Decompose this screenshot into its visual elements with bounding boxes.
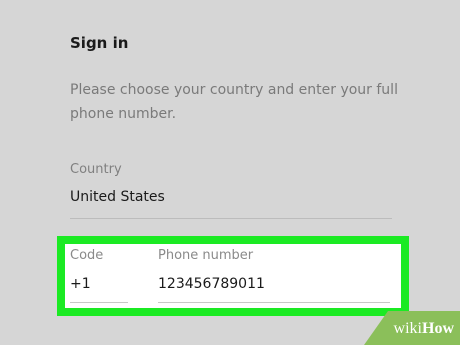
phone-number-label: Phone number bbox=[158, 248, 254, 263]
watermark-wiki: wiki bbox=[393, 320, 422, 337]
country-select[interactable]: United States bbox=[70, 189, 165, 205]
phone-number-field[interactable]: 123456789011 bbox=[158, 276, 265, 292]
phone-underline bbox=[158, 302, 390, 303]
wikihow-watermark: wikiHow bbox=[394, 320, 454, 338]
country-underline bbox=[70, 218, 392, 219]
country-label: Country bbox=[70, 162, 122, 177]
code-label: Code bbox=[70, 248, 104, 263]
watermark-how: How bbox=[422, 320, 454, 337]
code-underline bbox=[70, 302, 128, 303]
country-code-field[interactable]: +1 bbox=[70, 276, 91, 292]
sign-in-title: Sign in bbox=[70, 34, 129, 52]
instructions-text: Please choose your country and enter you… bbox=[70, 82, 398, 122]
